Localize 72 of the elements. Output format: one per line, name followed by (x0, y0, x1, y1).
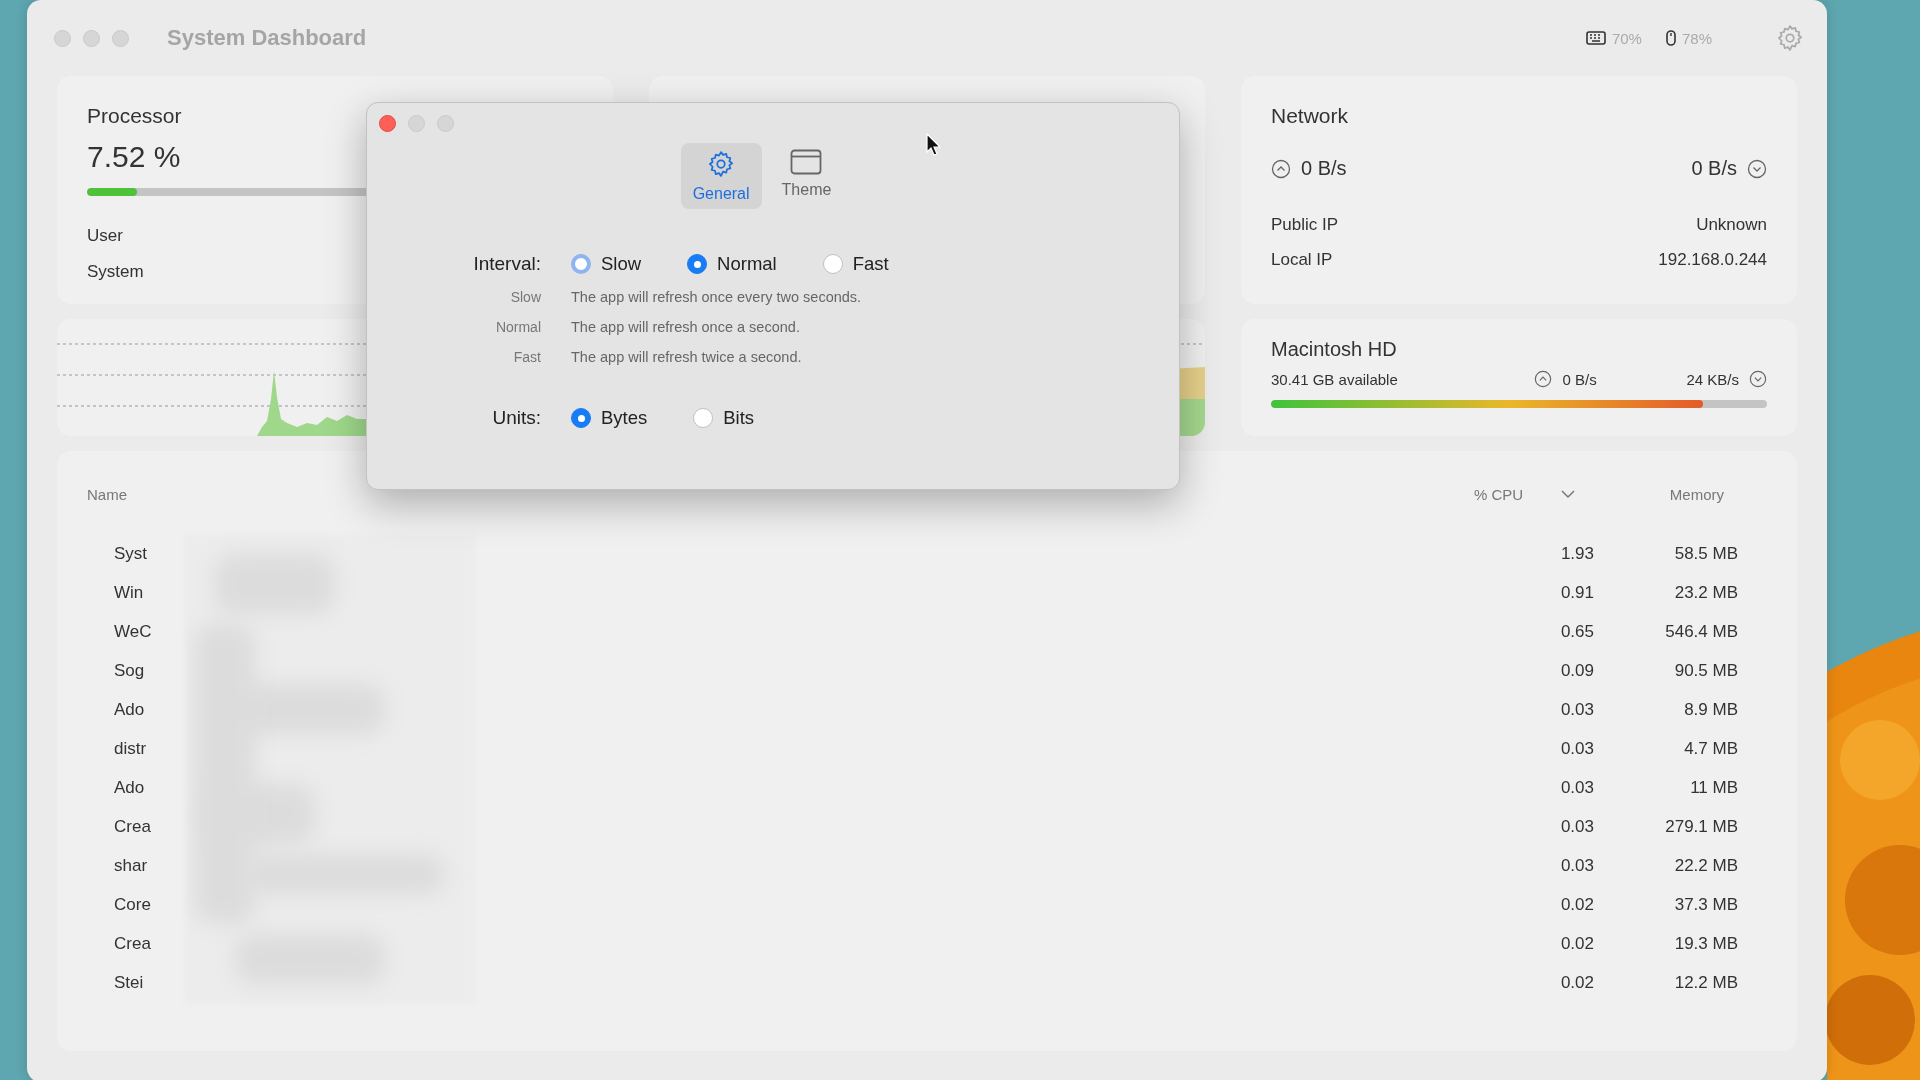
row-label: User (87, 226, 123, 246)
memory-value: 22.2 MB (1674, 855, 1738, 876)
status-reading: 70% (1611, 29, 1642, 47)
memory-value: 8.9 MB (1684, 699, 1738, 720)
upload-speed: 0 B/s (1301, 157, 1347, 180)
card-title: Network (1271, 104, 1349, 128)
process-name: shar (113, 855, 148, 876)
memory-value: 12.2 MB (1674, 972, 1738, 993)
download-speed: 0 B/s (1691, 157, 1737, 180)
process-name: Ado (113, 699, 145, 720)
memory-value: 90.5 MB (1674, 660, 1738, 681)
memory-value: 4.7 MB (1684, 738, 1738, 759)
option-description: The app will refresh once a second. (571, 319, 801, 335)
card-title: Macintosh HD (1271, 338, 1397, 361)
column-header[interactable]: Memory (1669, 486, 1724, 503)
status-reading: 78% (1681, 29, 1712, 47)
card-title: Processor (87, 104, 182, 128)
cpu-value: 0.03 (1560, 816, 1594, 837)
process-name: Core (113, 894, 151, 915)
disk-available: 30.41 GB available (1271, 370, 1399, 388)
cpu-value: 0.09 (1560, 660, 1594, 681)
radio-label: Bits (723, 407, 755, 429)
field-label: Interval: (473, 253, 541, 275)
process-name: WeC (113, 621, 152, 642)
ip-value: Unknown (1696, 215, 1767, 235)
cpu-value: 0.91 (1560, 582, 1594, 603)
radio-label: Normal (717, 253, 777, 275)
process-name: Crea (113, 816, 151, 837)
process-name: Win (113, 582, 144, 603)
memory-value: 279.1 MB (1665, 816, 1738, 837)
tab[interactable]: Theme (769, 143, 844, 209)
cpu-value: 0.03 (1560, 855, 1594, 876)
option-label: Slow (510, 289, 541, 305)
memory-value: 37.3 MB (1674, 894, 1738, 915)
process-name: Stei (113, 972, 144, 993)
cpu-value: 0.03 (1560, 699, 1594, 720)
cpu-value: 0.02 (1560, 894, 1594, 915)
memory-value: 11 MB (1690, 777, 1738, 798)
memory-value: 58.5 MB (1674, 543, 1738, 564)
process-name: Syst (113, 543, 148, 564)
option-label: Fast (513, 349, 541, 365)
ip-label: Local IP (1271, 250, 1333, 270)
cpu-value: 1.93 (1560, 543, 1594, 564)
process-name: Crea (113, 933, 151, 954)
cpu-value: 0.65 (1560, 621, 1594, 642)
cpu-value: 0.03 (1560, 738, 1594, 759)
process-name: distr (113, 738, 147, 759)
radio-label: Bytes (601, 407, 648, 429)
ip-label: Public IP (1271, 215, 1339, 235)
ip-value: 192.168.0.244 (1658, 250, 1767, 270)
tab[interactable]: General (680, 143, 762, 209)
option-description: The app will refresh once every two seconds. (571, 289, 863, 305)
memory-value: 23.2 MB (1674, 582, 1738, 603)
row-label: System (87, 262, 144, 282)
read-speed: 0 B/s (1562, 370, 1598, 388)
memory-value: 19.3 MB (1674, 933, 1738, 954)
cpu-value: 0.02 (1560, 972, 1594, 993)
radio-label: Slow (601, 253, 642, 275)
option-description: The app will refresh twice a second. (571, 349, 803, 365)
cpu-value: 0.02 (1560, 933, 1594, 954)
window-title: System Dashboard (167, 25, 367, 51)
field-label: Units: (492, 407, 541, 429)
option-label: Normal (495, 319, 541, 335)
process-name: Ado (113, 777, 145, 798)
cpu-value: 0.03 (1560, 777, 1594, 798)
column-header[interactable]: Name (87, 486, 127, 503)
column-header[interactable]: % CPU (1474, 486, 1524, 503)
radio-label: Fast (852, 253, 889, 275)
process-name: Sog (113, 660, 145, 681)
cpu-usage: 7.52 % (87, 140, 181, 174)
memory-value: 546.4 MB (1665, 621, 1738, 642)
write-speed: 24 KB/s (1686, 370, 1739, 388)
